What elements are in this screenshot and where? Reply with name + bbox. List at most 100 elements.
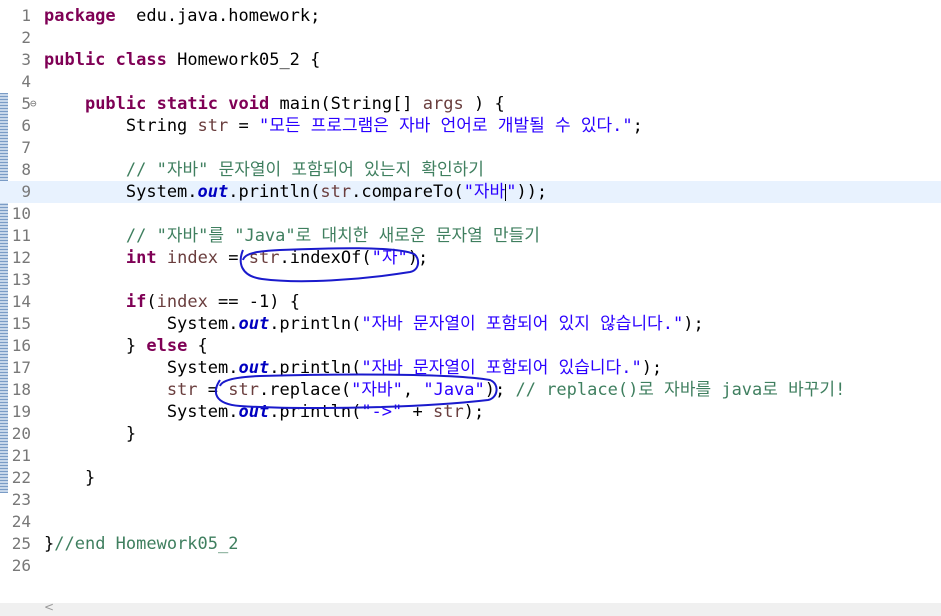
code-token: =	[218, 248, 249, 268]
code-line[interactable]: 8 // "자바" 문자열이 포함되어 있는지 확인하기	[0, 159, 941, 181]
code-token: // replace()로 자바를 java로 바꾸기!	[515, 380, 846, 400]
code-token: edu.java.homework;	[115, 6, 321, 26]
code-token: ;	[632, 116, 643, 136]
line-number: 15	[11, 314, 31, 333]
code-line[interactable]: 6 String str = "모든 프로그램은 자바 언어로 개발될 수 있다…	[0, 115, 941, 137]
code-token: System.	[44, 314, 239, 334]
code-token: =	[228, 116, 259, 136]
code-token: String	[44, 116, 198, 136]
code-line[interactable]: 5 ⊖ public static void main(String[] args…	[0, 93, 941, 115]
code-text: if(index == -1) {	[44, 291, 300, 313]
line-number: 4	[21, 72, 31, 91]
horizontal-scrollbar[interactable]: <	[0, 600, 941, 616]
code-token: else	[146, 336, 188, 356]
code-token: int	[125, 248, 157, 268]
code-token: "	[506, 182, 517, 202]
code-line[interactable]: 24	[0, 511, 941, 533]
code-token: "Java"	[423, 380, 485, 400]
code-token: public	[44, 50, 106, 70]
code-line[interactable]: 23	[0, 489, 941, 511]
code-token: public	[84, 94, 147, 114]
code-line[interactable]: 25}//end Homework05_2	[0, 533, 941, 555]
code-token: .indexOf(	[279, 248, 372, 268]
line-number: 9	[21, 182, 31, 201]
code-text: // "자바" 문자열이 포함되어 있는지 확인하기	[44, 159, 484, 181]
code-line[interactable]: 15 System.out.println("자바 문자열이 포함되어 있지 않…	[0, 313, 941, 335]
code-text: System.out.println("자바 문자열이 포함되어 있습니다.")…	[44, 357, 662, 379]
code-line[interactable]: 12 int index = str.indexOf("자");	[0, 247, 941, 269]
code-text: str = str.replace("자바", "Java"); // repl…	[44, 379, 845, 401]
code-token: "자바"	[351, 380, 403, 400]
code-line[interactable]: 3 public class Homework05_2 {	[0, 49, 941, 71]
code-token: class	[115, 50, 167, 70]
code-line[interactable]: 26	[0, 555, 941, 577]
code-line[interactable]: 14 if(index == -1) {	[0, 291, 941, 313]
code-line[interactable]: 1 package edu.java.homework;	[0, 5, 941, 27]
code-text: }	[44, 467, 95, 489]
code-token: str	[432, 402, 464, 422]
code-line[interactable]: 16 } else {	[0, 335, 941, 357]
scroll-left-arrow-icon[interactable]: <	[44, 600, 54, 614]
code-token: out	[197, 182, 229, 202]
code-text: // "자바"를 "Java"로 대치한 새로운 문자열 만들기	[44, 225, 540, 247]
code-token: package	[44, 6, 116, 26]
code-text: }//end Homework05_2	[44, 533, 238, 555]
code-token: "자바	[463, 182, 506, 202]
code-token: // "자바"를 "Java"로 대치한 새로운 문자열 만들기	[125, 226, 540, 246]
code-line[interactable]: 4	[0, 71, 941, 93]
code-token: str	[166, 380, 198, 400]
code-text: System.out.println("자바 문자열이 포함되어 있지 않습니다…	[44, 313, 704, 335]
code-text: } else {	[44, 335, 208, 357]
line-number: 3	[21, 50, 31, 69]
code-line[interactable]: 19 System.out.println("->" + str);	[0, 401, 941, 423]
code-token: {	[187, 336, 208, 356]
code-token: System.	[44, 402, 239, 422]
code-editor[interactable]: 1 package edu.java.homework; 2 3 public clas…	[0, 5, 941, 603]
line-number: 17	[11, 358, 31, 377]
code-token: System.	[44, 182, 198, 202]
code-token: }	[44, 336, 147, 356]
code-line[interactable]: 17 System.out.println("자바 문자열이 포함되어 있습니다…	[0, 357, 941, 379]
line-number: 21	[11, 446, 31, 465]
code-line[interactable]: 10	[0, 203, 941, 225]
code-line[interactable]: 9 System.out.println(str.compareTo("자바")…	[0, 181, 941, 203]
code-token: index	[166, 248, 219, 268]
code-token: void	[228, 94, 270, 114]
code-token: );	[641, 358, 663, 378]
code-token: .compareTo(	[351, 182, 464, 202]
code-token: str	[197, 116, 229, 136]
code-token: out	[238, 402, 270, 422]
code-token: // "자바" 문자열이 포함되어 있는지 확인하기	[125, 160, 484, 180]
line-number: 13	[11, 270, 31, 289]
fold-toggle-icon[interactable]: ⊖	[30, 93, 37, 115]
code-token: "자"	[371, 248, 408, 268]
code-text: package edu.java.homework;	[44, 5, 320, 27]
code-line[interactable]: 13	[0, 269, 941, 291]
code-line[interactable]: 18 str = str.replace("자바", "Java"); // r…	[0, 379, 941, 401]
code-text: String str = "모든 프로그램은 자바 언어로 개발될 수 있다."…	[44, 115, 643, 137]
code-line[interactable]: 20 }	[0, 423, 941, 445]
code-token: );	[407, 248, 429, 268]
code-line[interactable]: 21	[0, 445, 941, 467]
code-token: out	[238, 358, 270, 378]
line-number: 11	[11, 226, 31, 245]
code-token: .println(	[269, 314, 362, 334]
line-number: 12	[11, 248, 31, 267]
line-number: 5	[21, 94, 31, 113]
code-token: index	[156, 292, 208, 312]
code-line[interactable]: 2	[0, 27, 941, 49]
line-number: 10	[11, 204, 31, 223]
code-token: System.	[44, 358, 239, 378]
code-token: if	[125, 292, 147, 312]
code-line[interactable]: 11 // "자바"를 "Java"로 대치한 새로운 문자열 만들기	[0, 225, 941, 247]
line-number: 26	[11, 556, 31, 575]
code-token: .println(	[269, 402, 362, 422]
code-line[interactable]: 7	[0, 137, 941, 159]
code-line[interactable]: 22 }	[0, 467, 941, 489]
